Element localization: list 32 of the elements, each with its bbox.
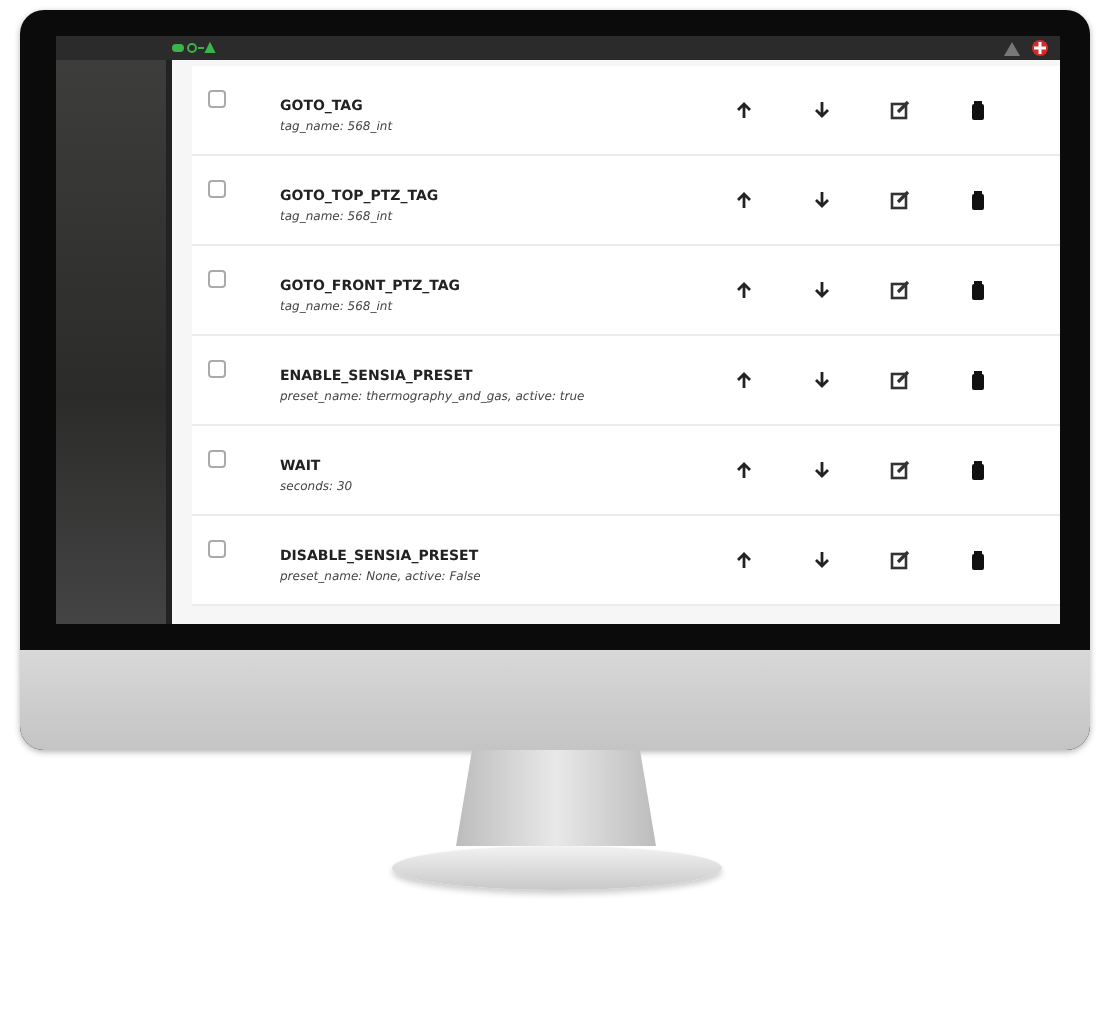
arrow-up-icon[interactable] bbox=[733, 370, 753, 390]
arrow-down-icon[interactable] bbox=[811, 190, 831, 210]
arrow-up-icon[interactable] bbox=[733, 100, 753, 120]
trash-icon[interactable] bbox=[967, 280, 987, 300]
warning-icon[interactable] bbox=[1004, 41, 1020, 55]
checkbox[interactable] bbox=[208, 360, 226, 378]
arrow-up-icon[interactable] bbox=[733, 190, 753, 210]
status-indicators-icon bbox=[172, 42, 216, 54]
edit-icon[interactable] bbox=[889, 190, 909, 210]
checkbox[interactable] bbox=[208, 90, 226, 108]
arrow-down-icon[interactable] bbox=[811, 460, 831, 480]
trash-icon[interactable] bbox=[967, 370, 987, 390]
checkbox[interactable] bbox=[208, 180, 226, 198]
edit-icon[interactable] bbox=[889, 460, 909, 480]
trash-icon[interactable] bbox=[967, 190, 987, 210]
trash-icon[interactable] bbox=[967, 100, 987, 120]
trash-icon[interactable] bbox=[967, 460, 987, 480]
checkbox[interactable] bbox=[208, 270, 226, 288]
arrow-down-icon[interactable] bbox=[811, 280, 831, 300]
edit-icon[interactable] bbox=[889, 550, 909, 570]
edit-icon[interactable] bbox=[889, 370, 909, 390]
edit-icon[interactable] bbox=[889, 280, 909, 300]
trash-icon[interactable] bbox=[967, 550, 987, 570]
arrow-down-icon[interactable] bbox=[811, 370, 831, 390]
edit-icon[interactable] bbox=[889, 100, 909, 120]
arrow-down-icon[interactable] bbox=[811, 100, 831, 120]
arrow-up-icon[interactable] bbox=[733, 460, 753, 480]
checkbox[interactable] bbox=[208, 450, 226, 468]
arrow-up-icon[interactable] bbox=[733, 550, 753, 570]
arrow-up-icon[interactable] bbox=[733, 280, 753, 300]
arrow-down-icon[interactable] bbox=[811, 550, 831, 570]
checkbox[interactable] bbox=[208, 540, 226, 558]
